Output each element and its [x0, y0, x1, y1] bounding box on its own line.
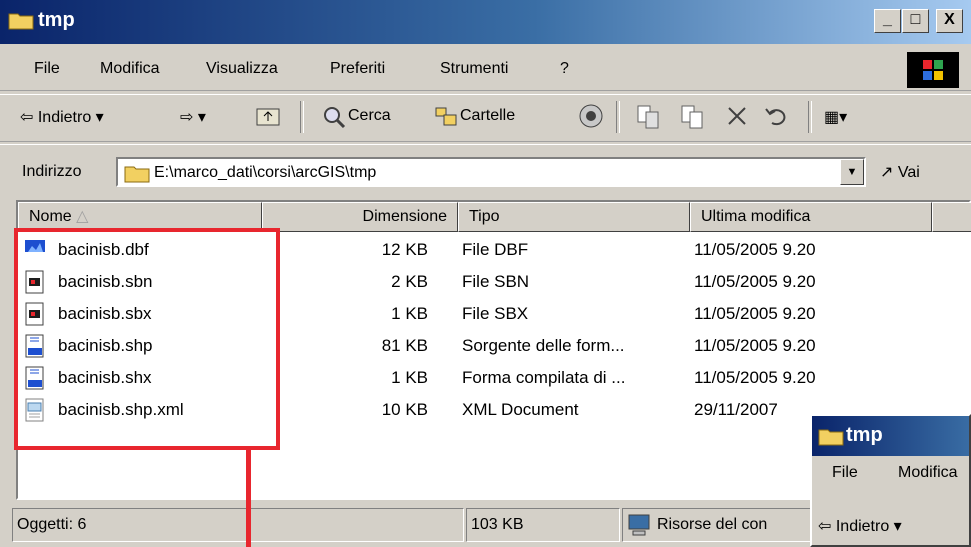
undo-icon[interactable]: [764, 105, 788, 127]
file-type: XML Document: [462, 400, 579, 419]
highlight-pointer-line: [246, 450, 251, 547]
file-size: 12 KB: [381, 240, 428, 259]
folder-icon: [8, 13, 34, 30]
second-window-title: tmp: [846, 424, 883, 446]
second-window-back-button[interactable]: ⇦ Indietro ▾: [818, 516, 902, 536]
menu-bar: File Modifica Visualizza Preferiti Strum…: [0, 48, 971, 91]
folder-icon: [124, 166, 150, 183]
copy-to-icon[interactable]: [680, 104, 706, 130]
folders-button[interactable]: Cartelle: [460, 107, 515, 125]
minimize-button[interactable]: _: [874, 9, 901, 33]
go-button[interactable]: ↗ Vai: [880, 162, 920, 182]
toolbar-separator: [616, 101, 620, 133]
go-label: Vai: [897, 164, 920, 181]
file-size: 2 KB: [391, 272, 428, 291]
column-header-size[interactable]: Dimensione: [262, 202, 458, 232]
file-size: 1 KB: [391, 304, 428, 323]
file-modified: 11/05/2005 9.20: [694, 240, 816, 259]
folder-up-icon[interactable]: [256, 105, 280, 127]
history-icon[interactable]: [578, 103, 604, 129]
second-window-menu-modifica[interactable]: Modifica: [898, 464, 958, 482]
sort-ascending-icon: △: [76, 208, 89, 225]
address-value: E:\marco_dati\corsi\arcGIS\tmp: [154, 164, 377, 181]
forward-button[interactable]: ⇨ ▾: [180, 107, 206, 127]
second-explorer-window[interactable]: tmp File Modifica ⇦ Indietro ▾: [810, 414, 971, 547]
menu-file[interactable]: File: [34, 60, 60, 78]
status-location-label: Risorse del con: [657, 516, 768, 533]
second-window-title-bar[interactable]: tmp: [812, 416, 969, 456]
back-button[interactable]: ⇦ Indietro ▾: [20, 107, 104, 127]
file-type: File SBX: [462, 304, 529, 323]
toolbar: ⇦ Indietro ▾ ⇨ ▾ Cerca Cartelle ▦▾: [0, 94, 971, 142]
file-modified: 11/05/2005 9.20: [694, 336, 816, 355]
status-location: Risorse del con: [622, 508, 812, 542]
windows-logo-icon: [907, 52, 959, 88]
toolbar-separator: [300, 101, 304, 133]
window-title: tmp: [38, 9, 75, 31]
file-type: File DBF: [462, 240, 529, 259]
folder-icon: [818, 429, 844, 446]
search-button[interactable]: Cerca: [348, 107, 391, 125]
toolbar-separator: [808, 101, 812, 133]
second-window-menu-file[interactable]: File: [832, 464, 858, 482]
file-modified: 29/11/2007: [694, 400, 778, 419]
address-label: Indirizzo: [22, 163, 82, 180]
file-size: 81 KB: [381, 336, 428, 355]
file-size: 1 KB: [391, 368, 428, 387]
address-input[interactable]: E:\marco_dati\corsi\arcGIS\tmp: [116, 157, 866, 187]
menu-strumenti[interactable]: Strumenti: [440, 60, 508, 78]
file-type: Sorgente delle form...: [462, 336, 625, 355]
file-type: File SBN: [462, 272, 530, 291]
file-modified: 11/05/2005 9.20: [694, 368, 816, 387]
title-bar[interactable]: tmp _ □ X: [0, 0, 971, 44]
menu-modifica[interactable]: Modifica: [100, 60, 160, 78]
status-size: 103 KB: [466, 508, 620, 542]
explorer-window: tmp _ □ X File Modifica Visualizza Prefe…: [0, 0, 971, 547]
menu-help[interactable]: ?: [560, 60, 569, 78]
address-dropdown-button[interactable]: ▼: [840, 159, 864, 185]
search-icon: [324, 107, 346, 129]
my-computer-icon: [628, 514, 650, 536]
status-object-count: Oggetti: 6: [12, 508, 464, 542]
delete-icon[interactable]: [726, 105, 748, 127]
column-header-empty: [932, 202, 971, 232]
file-size: 10 KB: [381, 400, 428, 419]
close-button[interactable]: X: [936, 9, 963, 33]
menu-visualizza[interactable]: Visualizza: [206, 60, 278, 78]
views-button[interactable]: ▦▾: [824, 107, 847, 127]
file-type: Forma compilata di ...: [462, 368, 626, 387]
folders-icon: [435, 107, 457, 126]
move-to-icon[interactable]: [636, 104, 662, 130]
address-bar: Indirizzo E:\marco_dati\corsi\arcGIS\tmp…: [0, 144, 971, 195]
maximize-button[interactable]: □: [902, 9, 929, 33]
menu-preferiti[interactable]: Preferiti: [330, 60, 385, 78]
file-modified: 11/05/2005 9.20: [694, 272, 816, 291]
column-header-modified[interactable]: Ultima modifica: [690, 202, 932, 232]
highlight-box: [14, 228, 280, 450]
column-header-type[interactable]: Tipo: [458, 202, 690, 232]
file-modified: 11/05/2005 9.20: [694, 304, 816, 323]
